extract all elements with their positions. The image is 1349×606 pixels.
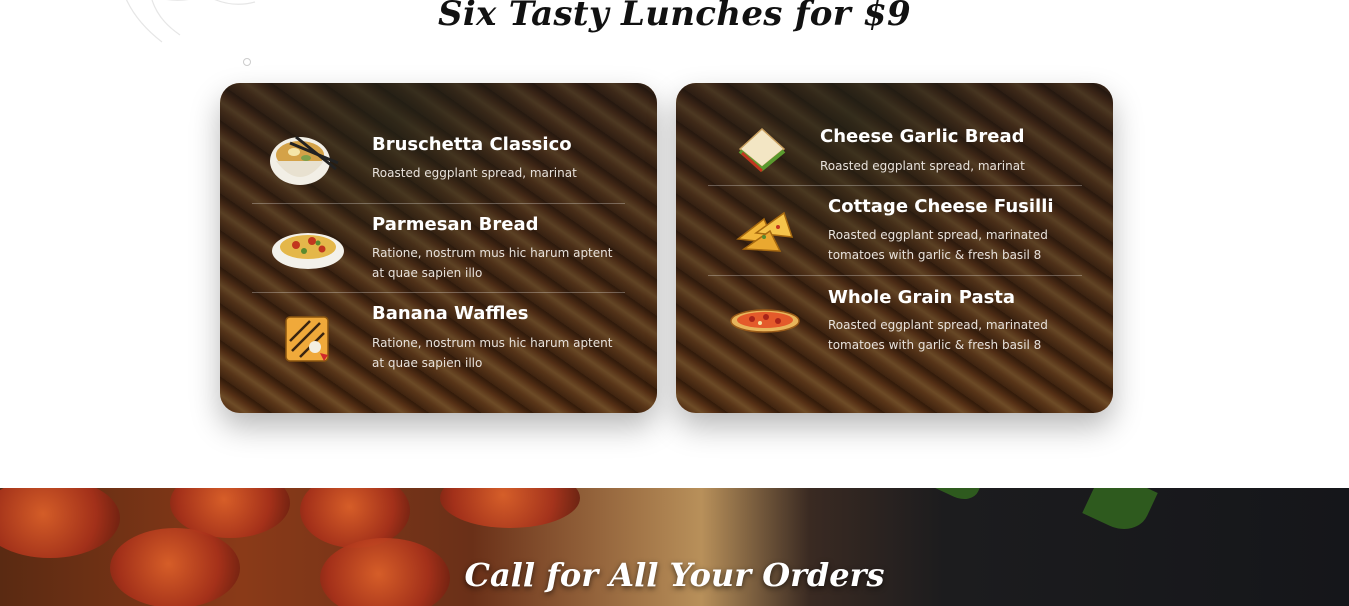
pasta-plate-icon [272, 233, 344, 269]
menu-item-name: Cottage Cheese Fusilli [828, 196, 1054, 217]
decorative-dot [243, 58, 251, 66]
menu-item-name: Parmesan Bread [372, 214, 539, 235]
menu-card-right: Cheese Garlic Bread Roasted eggplant spr… [676, 83, 1113, 413]
sandwich-icon [738, 127, 786, 173]
menu-divider [708, 185, 1082, 186]
order-banner: Call for All Your Orders [0, 488, 1349, 606]
menu-divider [708, 275, 1082, 276]
menu-item-description: Roasted eggplant spread, marinat [820, 159, 1025, 173]
menu-divider [252, 292, 625, 293]
pizza-icon [730, 309, 800, 333]
menu-item-description: Roasted eggplant spread, marinat [372, 166, 577, 180]
banner-basil-leaf [1082, 488, 1158, 539]
waffle-icon [285, 316, 329, 362]
menu-item-name: Whole Grain Pasta [828, 287, 1016, 308]
banner-tomato-decor [440, 488, 580, 528]
banner-tomato-decor [0, 488, 120, 558]
menu-item-description: Roasted eggplant spread, marinated tomat… [828, 318, 1048, 352]
order-banner-title: Call for All Your Orders [464, 556, 885, 594]
menu-divider [252, 203, 625, 204]
section-title: Six Tasty Lunches for $9 [437, 0, 912, 34]
banner-basil-leaf [935, 488, 985, 506]
soup-bowl-icon [270, 135, 339, 185]
menu-item-name: Bruschetta Classico [372, 134, 572, 155]
menu-item-name: Cheese Garlic Bread [820, 126, 1025, 147]
menu-card-left: Bruschetta Classico Roasted eggplant spr… [220, 83, 657, 413]
quesadilla-icon [736, 211, 794, 252]
menu-item-description: Roasted eggplant spread, marinated tomat… [828, 228, 1048, 262]
menu-item-description: Ratione, nostrum mus hic harum aptent at… [372, 336, 613, 370]
menu-item-name: Banana Waffles [372, 303, 529, 324]
menu-item-description: Ratione, nostrum mus hic harum aptent at… [372, 246, 613, 280]
